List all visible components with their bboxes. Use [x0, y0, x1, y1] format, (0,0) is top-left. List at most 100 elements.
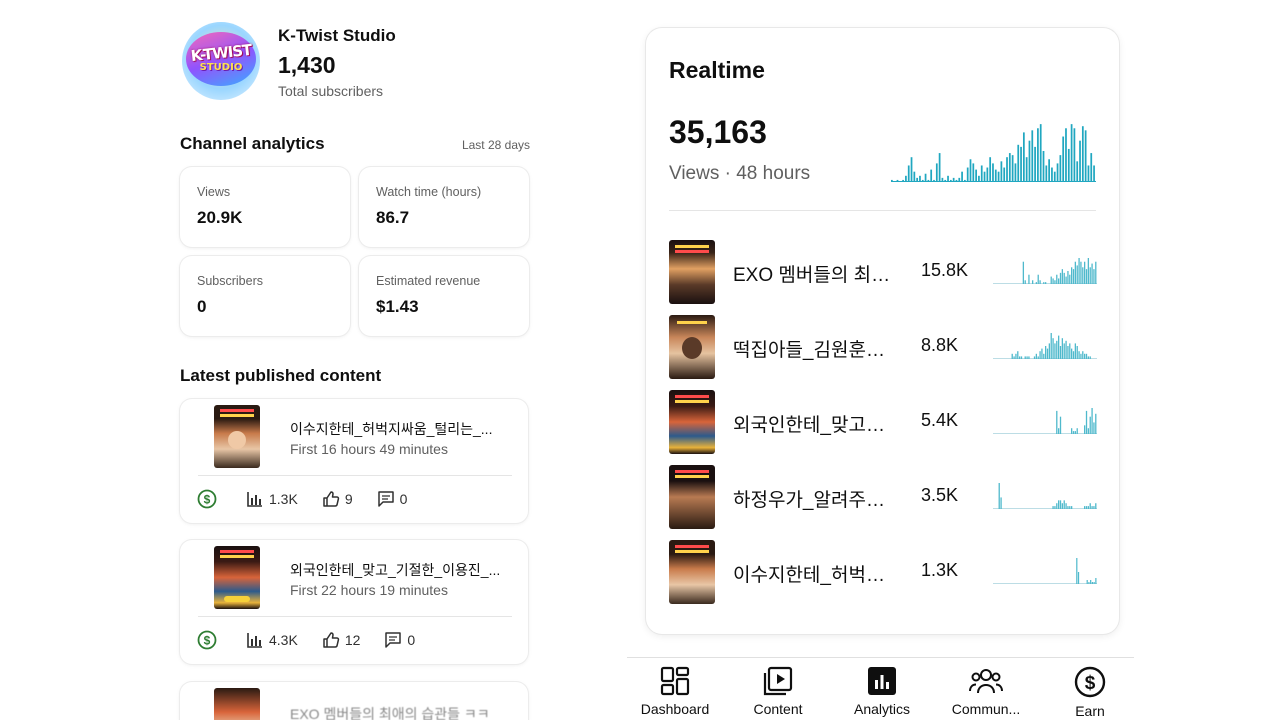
sparkline-bar — [1090, 580, 1092, 584]
sparkline-bar — [1048, 343, 1051, 359]
nav-item-analytics[interactable]: Analytics — [832, 666, 932, 717]
sparkline-bar — [1067, 346, 1069, 359]
realtime-video-row[interactable]: EXO 멤버들의 최애의 습관들 15.8K — [669, 240, 1099, 304]
content-icon — [763, 666, 793, 696]
chart-bar — [891, 179, 893, 182]
chart-bar — [916, 177, 919, 182]
sparkline-bar — [1043, 282, 1045, 284]
realtime-video-row[interactable]: 외국인한테_맞고_기절한_이용진 5.4K — [669, 390, 1099, 454]
chart-bar — [1087, 165, 1090, 182]
chart-bar — [1039, 124, 1042, 182]
realtime-video-row[interactable]: 이수지한테_허벅지싸움_털리는 1.3K — [669, 540, 1099, 604]
sparkline-bar — [1087, 506, 1090, 509]
chart-bar — [1022, 132, 1025, 182]
chart-bar — [1070, 124, 1073, 182]
chart-bar — [978, 175, 980, 182]
video-thumbnail[interactable] — [214, 405, 260, 468]
chart-bar — [989, 157, 992, 182]
sparkline-bar — [1088, 582, 1090, 584]
channel-logo[interactable]: K-TWIST STUDIO — [182, 22, 260, 100]
video-thumbnail[interactable] — [214, 546, 260, 609]
channel-analytics-title: Channel analytics — [180, 134, 325, 153]
latest-content-title: Latest published content — [180, 366, 382, 385]
sparkline-bar — [1085, 506, 1088, 509]
views-count: 1.3K — [269, 491, 298, 507]
stat-card-views[interactable]: Views 20.9K — [180, 167, 350, 247]
nav-item-content[interactable]: Content — [728, 666, 828, 717]
sparkline-bar — [1063, 272, 1065, 284]
sparkline-bar — [1072, 351, 1075, 359]
content-card[interactable]: 이수지한테_허벅지싸움_털리는_... First 16 hours 49 mi… — [180, 399, 528, 523]
nav-item-dashboard[interactable]: Dashboard — [625, 666, 725, 717]
sparkline-bar — [1017, 351, 1019, 359]
sparkline-bar — [1024, 280, 1026, 284]
sparkline-bar — [1093, 269, 1095, 284]
comments-metric: 0 — [384, 631, 415, 649]
content-card-partial[interactable]: EXO 멤버들의 최애의 습관들 ㅋㅋ — [180, 682, 528, 720]
stat-label: Views — [197, 185, 231, 199]
video-thumbnail[interactable] — [214, 688, 260, 720]
realtime-bar-chart[interactable] — [891, 118, 1096, 182]
sparkline-bar — [1045, 282, 1047, 284]
subscriber-count: 1,430 — [278, 52, 336, 78]
sparkline-bar — [1056, 274, 1058, 284]
sparkline-bar — [1039, 351, 1041, 359]
content-time: First 16 hours 49 minutes — [290, 441, 448, 457]
video-views: 5.4K — [921, 410, 959, 430]
dollar-circle-icon: $ — [197, 630, 217, 650]
sparkline-bar — [1089, 416, 1091, 434]
stat-card-watch-time[interactable]: Watch time (hours) 86.7 — [359, 167, 529, 247]
chart-bar — [1011, 155, 1014, 182]
chart-bar — [992, 163, 994, 182]
chart-bar — [1045, 165, 1048, 182]
chart-bar — [930, 169, 933, 182]
chart-bar — [983, 171, 986, 182]
video-sparkline — [993, 483, 1097, 509]
sparkline-bar — [1019, 356, 1021, 359]
sparkline-bar — [1037, 274, 1039, 284]
content-card[interactable]: 외국인한테_맞고_기절한_이용진_... First 22 hours 19 m… — [180, 540, 528, 664]
divider — [669, 210, 1096, 211]
chart-bar — [1017, 144, 1020, 182]
comment-icon — [385, 632, 402, 648]
sparkline-bar — [1091, 506, 1093, 509]
sparkline-bar — [1087, 356, 1090, 359]
sparkline-bar — [1086, 580, 1088, 584]
chart-bar — [919, 175, 921, 182]
chart-bar — [933, 179, 935, 182]
sparkline-bar — [1061, 503, 1064, 509]
chart-bar — [958, 177, 961, 182]
channel-analytics-header: Channel analytics Last 28 days — [180, 134, 530, 154]
sparkline-bar — [1076, 558, 1078, 584]
realtime-video-row[interactable]: 떡집아들_김원훈의 고백 8.8K — [669, 315, 1099, 379]
realtime-views-label: Views · 48 hours — [669, 163, 811, 184]
stat-card-subscribers[interactable]: Subscribers 0 — [180, 256, 350, 336]
chart-bar — [1034, 146, 1036, 182]
svg-text:$: $ — [204, 634, 211, 648]
sparkline-bar — [1078, 258, 1080, 284]
svg-text:$: $ — [1085, 673, 1096, 694]
realtime-video-row[interactable]: 하정우가_알려주는_비법 3.5K — [669, 465, 1099, 529]
sparkline-bar — [1084, 425, 1086, 434]
likes-metric: 12 — [322, 631, 360, 649]
chart-bar — [1084, 130, 1087, 182]
chart-bar — [1048, 159, 1050, 182]
sparkline-bar — [1069, 274, 1071, 284]
chart-bar — [947, 175, 949, 182]
video-title: 하정우가_알려주는_비법 — [733, 490, 893, 511]
chart-bar — [1053, 171, 1056, 182]
bar-chart-icon — [247, 492, 262, 507]
chart-bar — [1025, 157, 1028, 182]
dashboard-icon — [660, 666, 690, 696]
sparkline-bar — [1013, 356, 1015, 359]
sparkline-bar — [1093, 582, 1095, 584]
nav-item-earn[interactable]: $ Earn — [1040, 666, 1140, 719]
likes-metric: 9 — [322, 490, 353, 508]
sparkline-bar — [1037, 356, 1039, 359]
stat-card-revenue[interactable]: Estimated revenue $1.43 — [359, 256, 529, 336]
chart-bar — [1059, 155, 1062, 182]
sparkline-bar — [1056, 410, 1058, 434]
sparkline-bar — [1072, 431, 1075, 434]
nav-item-community[interactable]: Commun... — [936, 666, 1036, 717]
chart-bar — [1014, 163, 1017, 182]
